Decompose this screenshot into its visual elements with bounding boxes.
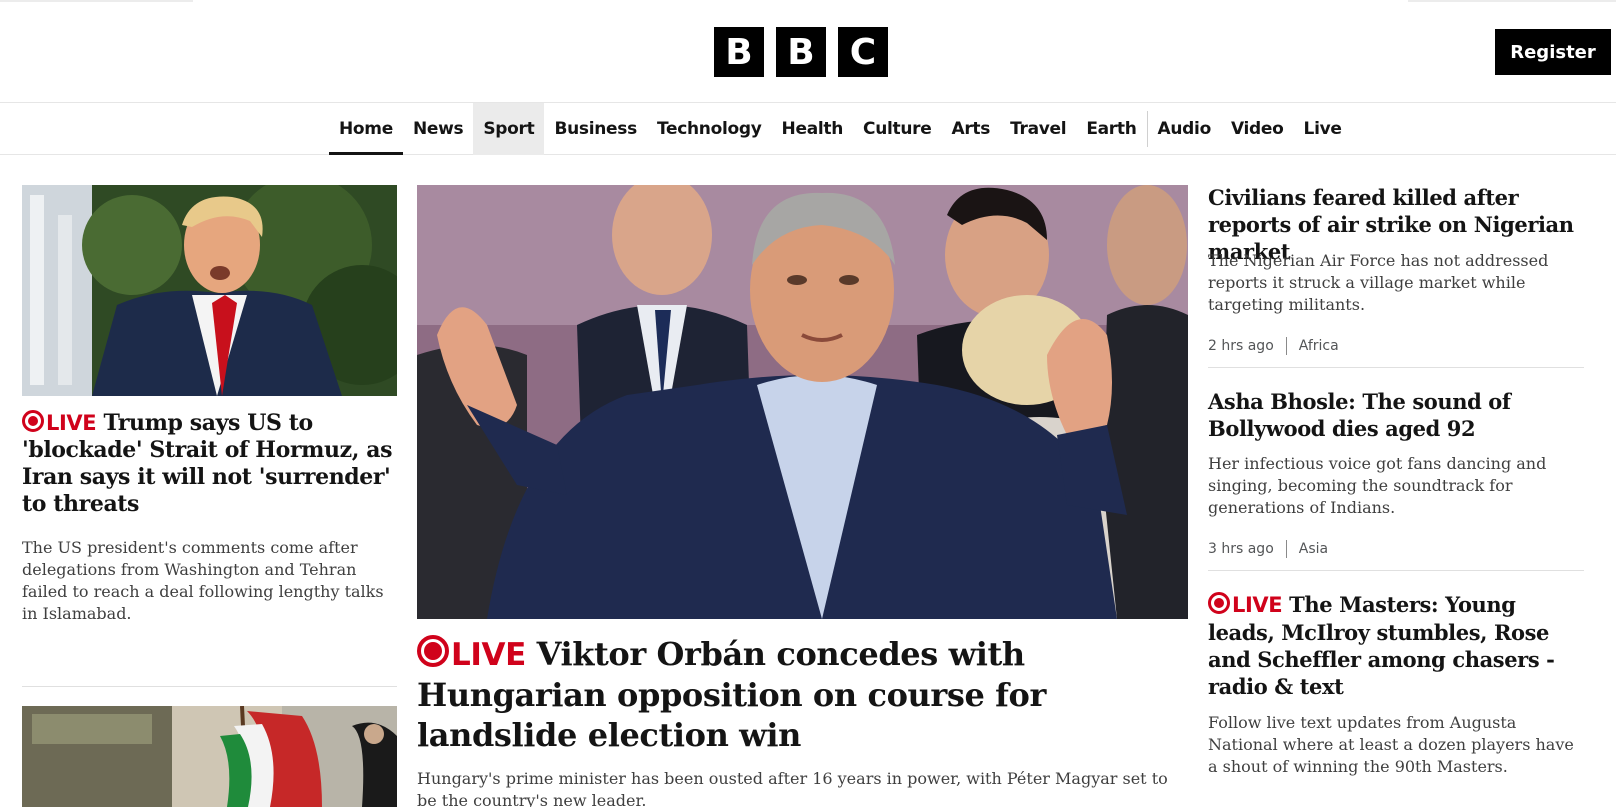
nav-item-news[interactable]: News [403, 103, 473, 155]
iran-flag-photo[interactable] [22, 706, 397, 807]
nav-item-travel[interactable]: Travel [1000, 103, 1076, 155]
nav-item-health[interactable]: Health [772, 103, 854, 155]
nav-item-technology[interactable]: Technology [647, 103, 772, 155]
right-story3-summary: Follow live text updates from Augusta Na… [1208, 713, 1574, 776]
meta-separator [1285, 540, 1287, 558]
nav-item-business[interactable]: Business [544, 103, 646, 155]
nav-item-culture[interactable]: Culture [853, 103, 941, 155]
right-story3-live-badge: LIVE [1208, 592, 1283, 617]
right-story2-headline[interactable]: Asha Bhosle: The sound of Bollywood dies… [1208, 388, 1588, 442]
story1-live-badge: LIVE [22, 410, 97, 435]
right-divider-2 [1208, 570, 1584, 571]
orban-photo[interactable] [417, 185, 1188, 619]
right-story3-live-label: LIVE [1232, 593, 1283, 617]
right-story2-summary: Her infectious voice got fans dancing an… [1208, 454, 1547, 517]
main-nav: Home News Sport Business Technology Heal… [0, 103, 1616, 155]
right-story1-time: 2 hrs ago [1208, 338, 1274, 354]
meta-separator [1285, 337, 1287, 355]
story1-summary: The US president's comments come after d… [22, 538, 384, 623]
nav-item-video[interactable]: Video [1221, 103, 1294, 155]
nav-item-arts[interactable]: Arts [941, 103, 1000, 155]
live-icon [22, 410, 44, 432]
right-story3-headline-block[interactable]: LIVE The Masters: Young leads, McIlroy s… [1208, 591, 1588, 700]
right-story2-section[interactable]: Asia [1299, 541, 1328, 557]
nav-item-audio[interactable]: Audio [1146, 111, 1221, 147]
right-story1-summary: The Nigerian Air Force has not addressed… [1208, 251, 1549, 314]
right-divider-1 [1208, 367, 1584, 368]
logo-letter-c: C [838, 27, 888, 77]
main-live-badge: LIVE [417, 635, 526, 673]
right-story1-section[interactable]: Africa [1299, 338, 1339, 354]
story1-headline-block[interactable]: LIVE Trump says US to 'blockade' Strait … [22, 410, 397, 518]
site-header: B B C Register [0, 0, 1616, 103]
main-headline-block[interactable]: LIVE Viktor Orbán concedes with Hungaria… [417, 634, 1188, 755]
main-live-label: LIVE [451, 637, 526, 673]
bbc-logo[interactable]: B B C [714, 27, 888, 77]
nav-item-earth[interactable]: Earth [1076, 103, 1146, 155]
nav-item-sport[interactable]: Sport [473, 103, 545, 155]
nav-items: Home News Sport Business Technology Heal… [329, 103, 1352, 155]
header-edge-right [1408, 0, 1616, 2]
nav-item-live[interactable]: Live [1294, 103, 1352, 155]
story1-live-label: LIVE [46, 411, 97, 435]
main-summary: Hungary's prime minister has been ousted… [417, 769, 1168, 807]
register-button[interactable]: Register [1495, 29, 1611, 75]
live-icon [1208, 592, 1230, 614]
trump-photo[interactable] [22, 185, 397, 396]
right-story2-time: 3 hrs ago [1208, 541, 1274, 557]
nav-item-home[interactable]: Home [329, 103, 403, 155]
logo-letter-b2: B [776, 27, 826, 77]
header-edge-left [0, 0, 193, 2]
left-divider [22, 686, 397, 687]
right-story1-meta: 2 hrs ago Africa [1208, 337, 1339, 355]
live-icon [417, 635, 449, 667]
right-story2-meta: 3 hrs ago Asia [1208, 540, 1328, 558]
logo-letter-b1: B [714, 27, 764, 77]
